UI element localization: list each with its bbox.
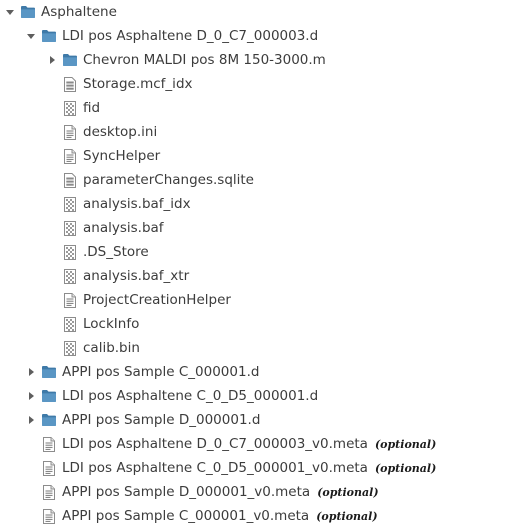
tree-item-label: LDI pos Asphaltene D_0_C7_000003.d <box>62 28 319 44</box>
tree-item-label: APPI pos Sample D_000001_v0.meta <box>62 484 311 500</box>
text-file-icon <box>62 148 78 164</box>
folder-icon <box>62 52 78 68</box>
tree-item-ldi-pos-asphaltene-d-0-c7-000003-v0-meta[interactable]: LDI pos Asphaltene D_0_C7_000003_v0.meta… <box>0 432 436 456</box>
tree-item-appi-pos-sample-d-000001-d[interactable]: APPI pos Sample D_000001.d <box>0 408 260 432</box>
tree-item-label: fid <box>83 100 101 116</box>
arrow-spacer <box>25 438 37 450</box>
folder-icon <box>20 4 36 20</box>
binary-file-icon <box>62 244 78 260</box>
tree-item-label: LockInfo <box>83 316 140 332</box>
arrow-spacer <box>46 174 58 186</box>
tree-item-label: APPI pos Sample C_000001.d <box>62 364 260 380</box>
tree-item-label: analysis.baf_xtr <box>83 268 190 284</box>
arrow-spacer <box>46 342 58 354</box>
optional-note: (optional) <box>316 509 378 523</box>
expand-arrow-right-icon[interactable] <box>25 390 37 402</box>
tree-item-appi-pos-sample-d-000001-v0-meta[interactable]: APPI pos Sample D_000001_v0.meta (optiona… <box>0 480 379 504</box>
expand-arrow-right-icon[interactable] <box>25 366 37 378</box>
tree-item-label: APPI pos Sample D_000001.d <box>62 412 261 428</box>
arrow-spacer <box>46 246 58 258</box>
expand-arrow-down-icon[interactable] <box>25 30 37 42</box>
tree-item-storage-mcf-idx[interactable]: Storage.mcf_idx <box>0 72 193 96</box>
tree-item-label: analysis.baf <box>83 220 164 236</box>
arrow-spacer <box>46 198 58 210</box>
text-file-icon <box>41 460 57 476</box>
tree-item-label: analysis.baf_idx <box>83 196 191 212</box>
folder-icon <box>41 28 57 44</box>
tree-item-label: .DS_Store <box>83 244 149 260</box>
text-file-icon <box>41 436 57 452</box>
arrow-spacer <box>46 78 58 90</box>
tree-item-synchelper[interactable]: SyncHelper <box>0 144 160 168</box>
optional-note: (optional) <box>317 485 379 499</box>
folder-icon <box>41 364 57 380</box>
arrow-spacer <box>25 462 37 474</box>
binary-file-icon <box>62 220 78 236</box>
tree-item-ldi-pos-asphaltene-c-0-d5-000001-d[interactable]: LDI pos Asphaltene C_0_D5_000001.d <box>0 384 318 408</box>
tree-item-label: SyncHelper <box>83 148 161 164</box>
text-file-icon <box>62 292 78 308</box>
tree-item-label: calib.bin <box>83 340 140 356</box>
tree-item-ldi-pos-asphaltene-c-0-d5-000001-v0-meta[interactable]: LDI pos Asphaltene C_0_D5_000001_v0.meta… <box>0 456 436 480</box>
tree-item-calib-bin[interactable]: calib.bin <box>0 336 140 360</box>
tree-item-appi-pos-sample-c-000001-d[interactable]: APPI pos Sample C_000001.d <box>0 360 259 384</box>
tree-item-fid[interactable]: fid <box>0 96 100 120</box>
tree-item-appi-pos-sample-c-000001-v0-meta[interactable]: APPI pos Sample C_000001_v0.meta (optiona… <box>0 504 378 528</box>
database-file-icon <box>62 172 78 188</box>
tree-item-analysis-baf-xtr[interactable]: analysis.baf_xtr <box>0 264 189 288</box>
expand-arrow-down-icon[interactable] <box>4 6 16 18</box>
binary-file-icon <box>62 268 78 284</box>
tree-item-analysis-baf-idx[interactable]: analysis.baf_idx <box>0 192 191 216</box>
arrow-spacer <box>46 150 58 162</box>
tree-item-label: Chevron MALDI pos 8M 150-3000.m <box>83 52 326 68</box>
tree-item-chevron-maldi-pos-8m-150-3000-m[interactable]: Chevron MALDI pos 8M 150-3000.m <box>0 48 326 72</box>
arrow-spacer <box>46 270 58 282</box>
tree-item-label: Storage.mcf_idx <box>83 76 193 92</box>
tree-item-analysis-baf[interactable]: analysis.baf <box>0 216 164 240</box>
arrow-spacer <box>25 510 37 522</box>
tree-item-label: desktop.ini <box>83 124 158 140</box>
optional-note: (optional) <box>374 437 437 451</box>
tree-item-parameterchanges-sqlite[interactable]: parameterChanges.sqlite <box>0 168 254 192</box>
expand-arrow-right-icon[interactable] <box>25 414 37 426</box>
text-file-icon <box>41 484 57 500</box>
arrow-spacer <box>46 102 58 114</box>
folder-icon <box>41 412 57 428</box>
expand-arrow-right-icon[interactable] <box>46 54 58 66</box>
tree-item-label: ProjectCreationHelper <box>83 292 231 308</box>
tree-item-label: parameterChanges.sqlite <box>83 172 254 188</box>
tree-item-asphaltene[interactable]: Asphaltene <box>0 0 117 24</box>
file-tree: Asphaltene LDI pos Asphaltene D_0_C7_0000… <box>0 0 522 529</box>
binary-file-icon <box>62 196 78 212</box>
tree-item-desktop-ini[interactable]: desktop.ini <box>0 120 157 144</box>
tree-item-label: Asphaltene <box>41 4 117 20</box>
arrow-spacer <box>46 222 58 234</box>
tree-item-ds-store[interactable]: .DS_Store <box>0 240 149 264</box>
arrow-spacer <box>46 126 58 138</box>
database-file-icon <box>62 76 78 92</box>
arrow-spacer <box>46 318 58 330</box>
tree-item-ldi-pos-asphaltene-d-0-c7-000003-d[interactable]: LDI pos Asphaltene D_0_C7_000003.d <box>0 24 318 48</box>
tree-item-lockinfo[interactable]: LockInfo <box>0 312 139 336</box>
tree-item-label: LDI pos Asphaltene C_0_D5_000001_v0.meta <box>62 460 368 476</box>
binary-file-icon <box>62 100 78 116</box>
tree-item-projectcreationhelper[interactable]: ProjectCreationHelper <box>0 288 231 312</box>
arrow-spacer <box>25 486 37 498</box>
text-file-icon <box>62 124 78 140</box>
tree-item-label: APPI pos Sample C_000001_v0.meta <box>62 508 310 524</box>
tree-item-label: LDI pos Asphaltene C_0_D5_000001.d <box>62 388 319 404</box>
arrow-spacer <box>46 294 58 306</box>
folder-icon <box>41 388 57 404</box>
tree-item-label: LDI pos Asphaltene D_0_C7_000003_v0.meta <box>62 436 368 452</box>
optional-note: (optional) <box>374 461 437 475</box>
text-file-icon <box>41 508 57 524</box>
binary-file-icon <box>62 340 78 356</box>
binary-file-icon <box>62 316 78 332</box>
